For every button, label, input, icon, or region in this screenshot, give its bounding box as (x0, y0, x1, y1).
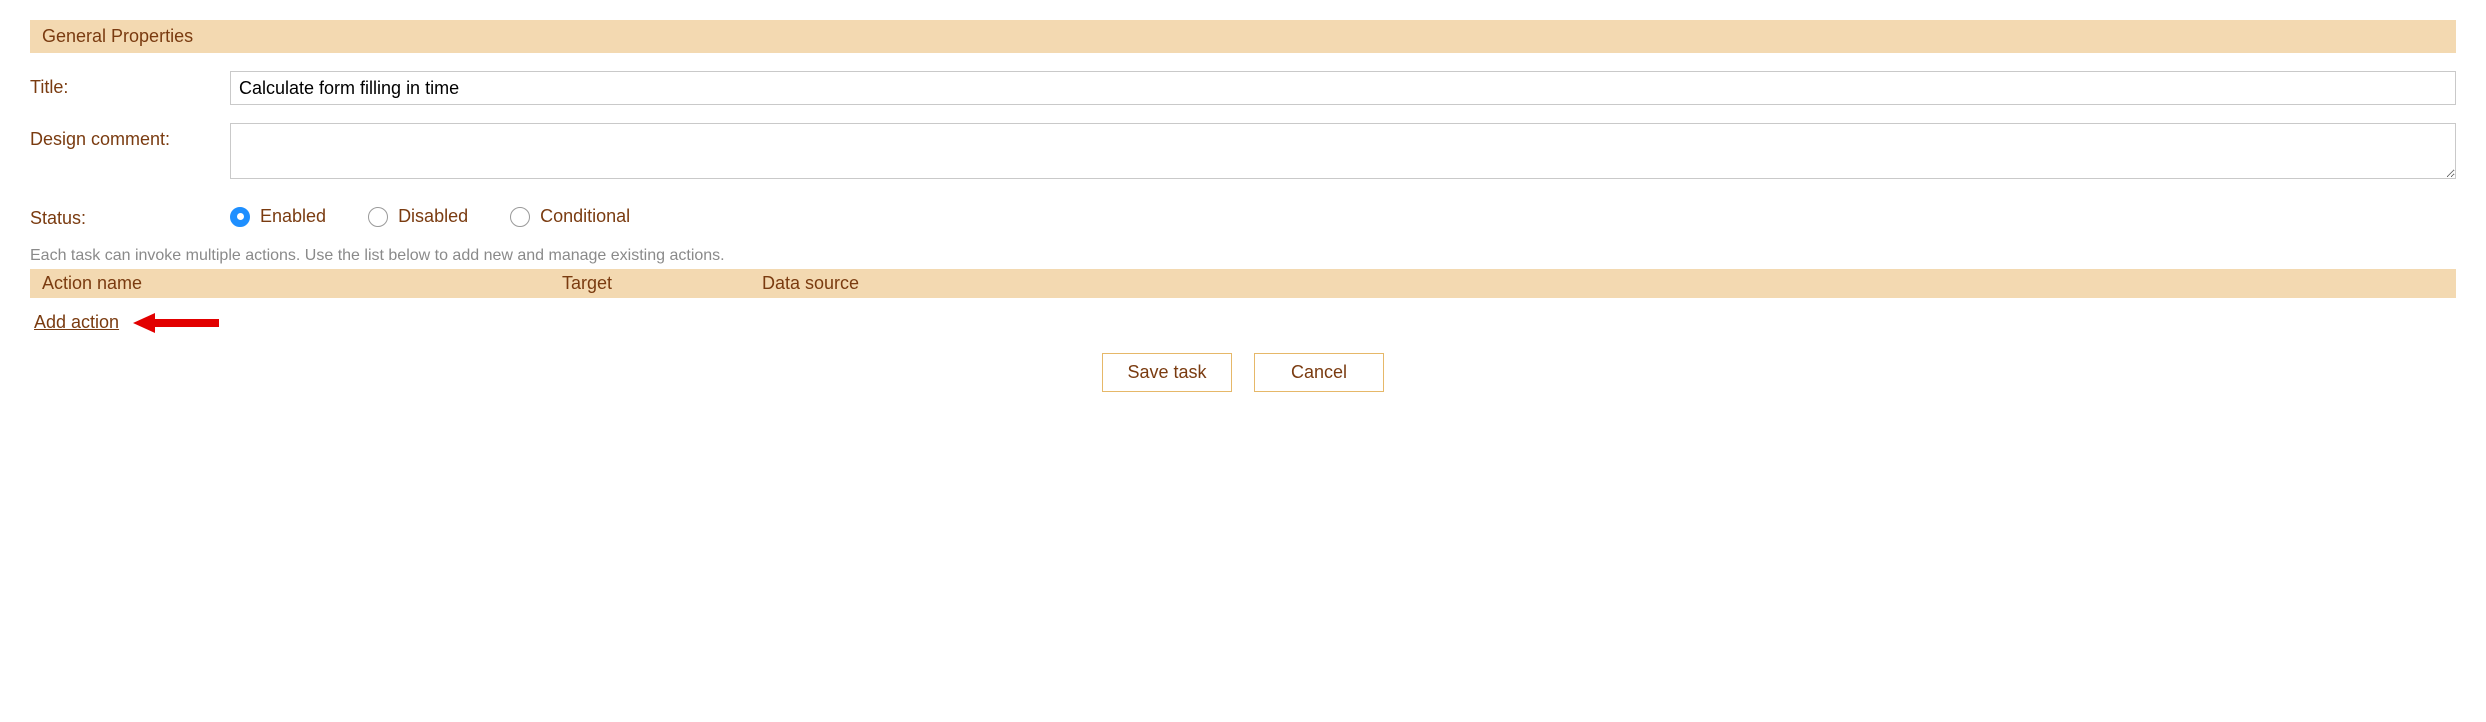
cancel-button[interactable]: Cancel (1254, 353, 1384, 392)
column-header-action-name: Action name (42, 273, 562, 294)
radio-label-disabled: Disabled (398, 206, 468, 227)
radio-icon (510, 207, 530, 227)
radio-icon (368, 207, 388, 227)
status-radio-group: Enabled Disabled Conditional (230, 202, 2456, 227)
radio-label-conditional: Conditional (540, 206, 630, 227)
actions-help-text: Each task can invoke multiple actions. U… (30, 247, 2456, 265)
arrow-annotation-icon (133, 313, 219, 333)
status-radio-disabled[interactable]: Disabled (368, 206, 468, 227)
add-action-row: Add action (30, 312, 2456, 333)
radio-label-enabled: Enabled (260, 206, 326, 227)
column-header-target: Target (562, 273, 762, 294)
radio-icon (230, 207, 250, 227)
status-radio-conditional[interactable]: Conditional (510, 206, 630, 227)
section-header-general-properties: General Properties (30, 20, 2456, 53)
design-comment-label: Design comment: (30, 123, 230, 150)
form-row-title: Title: (30, 71, 2456, 105)
status-label: Status: (30, 202, 230, 229)
save-task-button[interactable]: Save task (1102, 353, 1232, 392)
title-input[interactable] (230, 71, 2456, 105)
form-row-status: Status: Enabled Disabled Conditional (30, 202, 2456, 229)
actions-table-header: Action name Target Data source (30, 269, 2456, 298)
add-action-link[interactable]: Add action (34, 312, 119, 333)
button-row: Save task Cancel (30, 353, 2456, 392)
title-label: Title: (30, 71, 230, 98)
design-comment-textarea[interactable] (230, 123, 2456, 179)
status-radio-enabled[interactable]: Enabled (230, 206, 326, 227)
column-header-data-source: Data source (762, 273, 2444, 294)
form-row-design-comment: Design comment: (30, 123, 2456, 184)
